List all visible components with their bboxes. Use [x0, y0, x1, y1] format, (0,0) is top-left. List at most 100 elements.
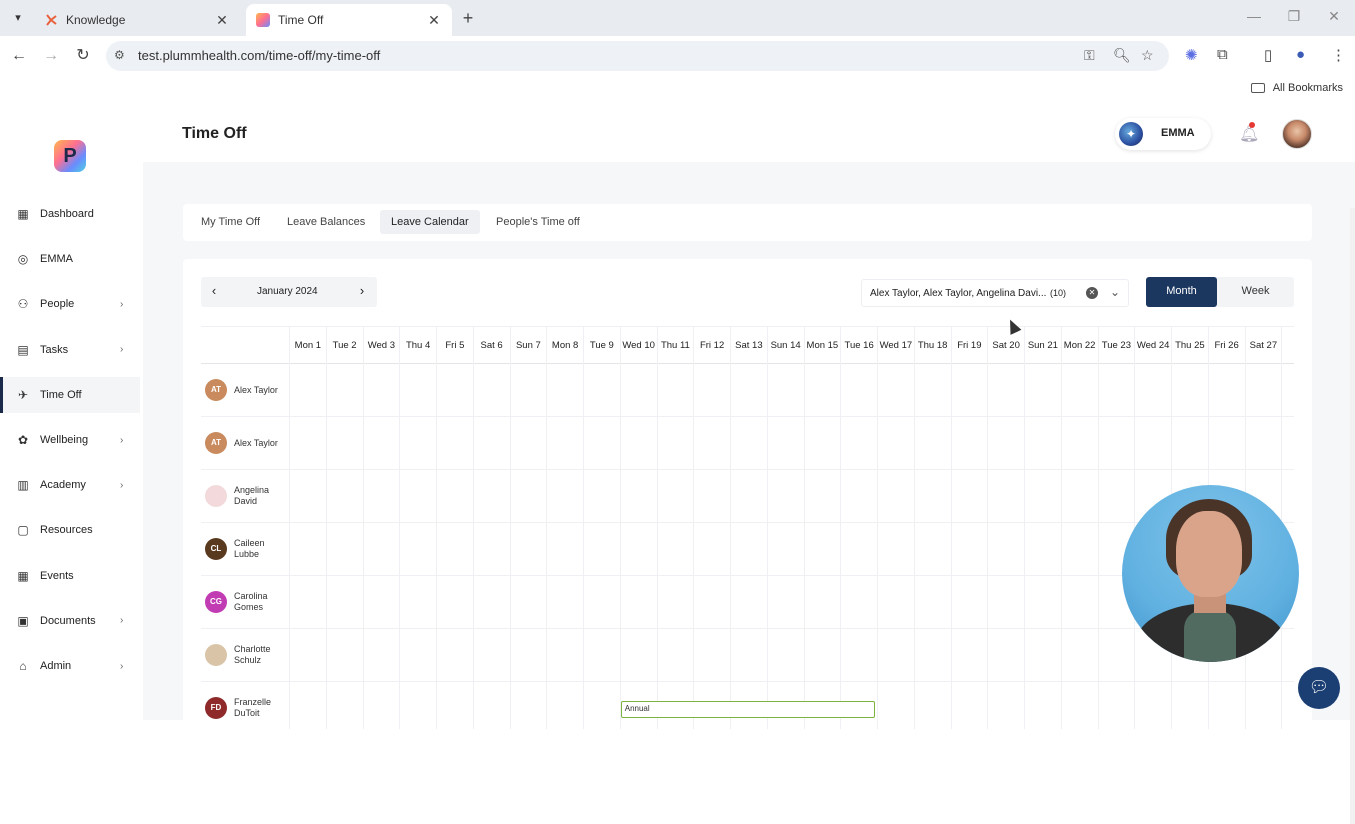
profile-icon[interactable]: ● — [1296, 46, 1305, 63]
tab-leave-balances[interactable]: Leave Balances — [276, 210, 376, 234]
month-navigator: ‹ January 2024 › — [201, 277, 377, 307]
leave-event-bar[interactable]: Annual — [620, 701, 875, 718]
avatar — [205, 644, 227, 666]
browser-tab-knowledge[interactable]: Knowledge ✕ — [34, 4, 240, 36]
close-tab-icon[interactable]: ✕ — [214, 12, 230, 29]
minimize-icon[interactable]: — — [1244, 8, 1264, 24]
folder-icon — [1250, 83, 1265, 93]
page-header: Time Off ✦ EMMA 🔔︎ — [143, 104, 1355, 162]
side-panel-icon[interactable]: ▯ — [1264, 46, 1272, 64]
zoom-icon[interactable]: 🔍︎ — [1113, 47, 1131, 64]
close-tab-icon[interactable]: ✕ — [426, 12, 442, 29]
tab-title: Knowledge — [66, 13, 126, 27]
sidebar-item-dashboard[interactable]: ▦ Dashboard — [0, 196, 140, 232]
tab-leave-calendar[interactable]: Leave Calendar — [380, 210, 480, 234]
address-bar[interactable]: ⚙ test.plummhealth.com/time-off/my-time-… — [106, 41, 1169, 71]
sidebar-item-emma[interactable]: ◎ EMMA — [0, 241, 140, 277]
sparkle-icon: ✦ — [1119, 122, 1143, 146]
employee-cell[interactable]: FD Franzelle DuToit — [205, 682, 289, 729]
prev-month-icon[interactable]: ‹ — [206, 283, 222, 298]
sidebar-item-people[interactable]: ⚇ People › — [0, 286, 140, 322]
employee-name: Franzelle DuToit — [234, 697, 272, 718]
sidebar-item-academy[interactable]: ▥ Academy › — [0, 467, 140, 503]
day-header: Su — [1281, 327, 1294, 365]
month-view-button[interactable]: Month — [1146, 277, 1217, 307]
employee-cell[interactable]: CG Carolina Gomes — [205, 576, 289, 629]
reload-icon[interactable]: ↻ — [73, 46, 93, 66]
tab-title: Time Off — [278, 13, 324, 27]
employee-cell[interactable]: CL Caileen Lubbe — [205, 523, 289, 576]
plumm-logo[interactable]: P — [54, 140, 86, 172]
page-scrollbar[interactable] — [1350, 208, 1355, 824]
page-title: Time Off — [182, 125, 247, 142]
sidebar-item-documents[interactable]: ▣ Documents › — [0, 603, 140, 639]
admin-icon: ⌂ — [19, 659, 27, 673]
day-header: Fri 19 — [950, 327, 988, 365]
new-tab-icon[interactable]: + — [458, 8, 478, 28]
day-header: Sun 7 — [509, 327, 547, 365]
day-header: Fri 12 — [693, 327, 730, 365]
chevron-right-icon: › — [120, 434, 124, 446]
site-info-icon[interactable]: ⚙ — [114, 48, 125, 62]
user-avatar[interactable] — [1282, 119, 1312, 149]
tab-search-icon[interactable]: ▾ — [8, 8, 28, 28]
clear-filter-icon[interactable]: ✕ — [1086, 287, 1098, 299]
calendar-grid: Mon 1 Tue 2 Wed 3 Thu 4 Fri 5 Sat 6 Sun 7 Mon 8… — [201, 326, 1294, 729]
employee-cell[interactable]: Angelina David — [205, 470, 289, 523]
chevron-right-icon: › — [120, 298, 124, 310]
back-icon[interactable]: ← — [9, 46, 29, 66]
employee-name: Caileen Lubbe — [234, 538, 265, 559]
sidebar-item-admin[interactable]: ⌂ Admin › — [0, 648, 140, 684]
view-toggle: Month Week — [1146, 277, 1294, 307]
bookmark-star-icon[interactable]: ☆ — [1141, 47, 1154, 64]
emma-assistant-button[interactable]: ✦ EMMA — [1115, 118, 1211, 150]
restore-icon[interactable]: ❐ — [1284, 8, 1304, 25]
people-icon: ⚇ — [17, 297, 29, 312]
tab-peoples-time-off[interactable]: People's Time off — [485, 210, 591, 234]
chevron-down-icon[interactable]: ⌄ — [1110, 285, 1120, 299]
day-header: Sat 6 — [472, 327, 510, 365]
all-bookmarks[interactable]: All Bookmarks — [1250, 82, 1343, 94]
sidebar-item-label: Admin — [40, 660, 72, 672]
chat-icon: ◎ — [17, 252, 29, 267]
resources-icon: ▢ — [17, 523, 29, 538]
sidebar-item-events[interactable]: ▦ Events — [0, 558, 140, 594]
day-header-row: Mon 1 Tue 2 Wed 3 Thu 4 Fri 5 Sat 6 Sun 7 Mon 8… — [201, 326, 1294, 365]
password-key-icon[interactable]: ⚿ — [1084, 47, 1095, 64]
plumm-favicon — [256, 13, 270, 27]
extension-icon[interactable]: ✺ — [1185, 46, 1198, 64]
calendar-icon: ▦ — [17, 568, 29, 583]
filter-count: (10) — [1050, 288, 1067, 298]
bell-icon[interactable]: 🔔︎ — [1239, 122, 1259, 144]
sidebar-item-tasks[interactable]: ▤ Tasks › — [0, 332, 140, 368]
employee-cell[interactable]: AT Alex Taylor — [205, 364, 289, 417]
next-month-icon[interactable]: › — [354, 283, 370, 298]
forward-icon[interactable]: → — [41, 46, 61, 66]
menu-kebab-icon[interactable]: ⋮ — [1331, 46, 1346, 64]
sidebar-item-label: EMMA — [40, 253, 73, 266]
sidebar-item-label: Documents — [40, 614, 96, 627]
avatar: CL — [205, 538, 227, 560]
sidebar-item-time-off[interactable]: ✈ Time Off — [0, 376, 140, 413]
url-text[interactable]: test.plummhealth.com/time-off/my-time-of… — [138, 48, 380, 63]
employee-cell[interactable]: Charlotte Schulz — [205, 629, 289, 682]
sidebar-item-label: Dashboard — [40, 208, 94, 220]
employee-cell[interactable]: AT Alex Taylor — [205, 417, 289, 470]
extensions-puzzle-icon[interactable]: ⧉ — [1217, 46, 1228, 63]
employee-filter-select[interactable]: Alex Taylor, Alex Taylor, Angelina Davi.… — [861, 279, 1129, 307]
sidebar-item-label: Resources — [40, 524, 93, 537]
documents-icon: ▣ — [17, 613, 29, 628]
employee-name: Alex Taylor — [234, 438, 278, 448]
sidebar-item-resources[interactable]: ▢ Resources — [0, 512, 140, 548]
knowledge-favicon — [46, 14, 57, 26]
close-window-icon[interactable]: ✕ — [1324, 8, 1344, 25]
avatar: AT — [205, 432, 227, 454]
browser-tab-time-off[interactable]: Time Off ✕ — [246, 4, 452, 36]
browser-toolbar: ← → ↻ ⚙ test.plummhealth.com/time-off/my… — [0, 36, 1355, 76]
chat-support-button[interactable]: 💬︎ — [1298, 667, 1340, 709]
day-header: Wed 17 — [877, 327, 914, 365]
sidebar-item-wellbeing[interactable]: ✿ Wellbeing › — [0, 422, 140, 458]
tab-my-time-off[interactable]: My Time Off — [190, 210, 271, 234]
day-header: Thu 18 — [913, 327, 951, 365]
week-view-button[interactable]: Week — [1217, 277, 1294, 307]
